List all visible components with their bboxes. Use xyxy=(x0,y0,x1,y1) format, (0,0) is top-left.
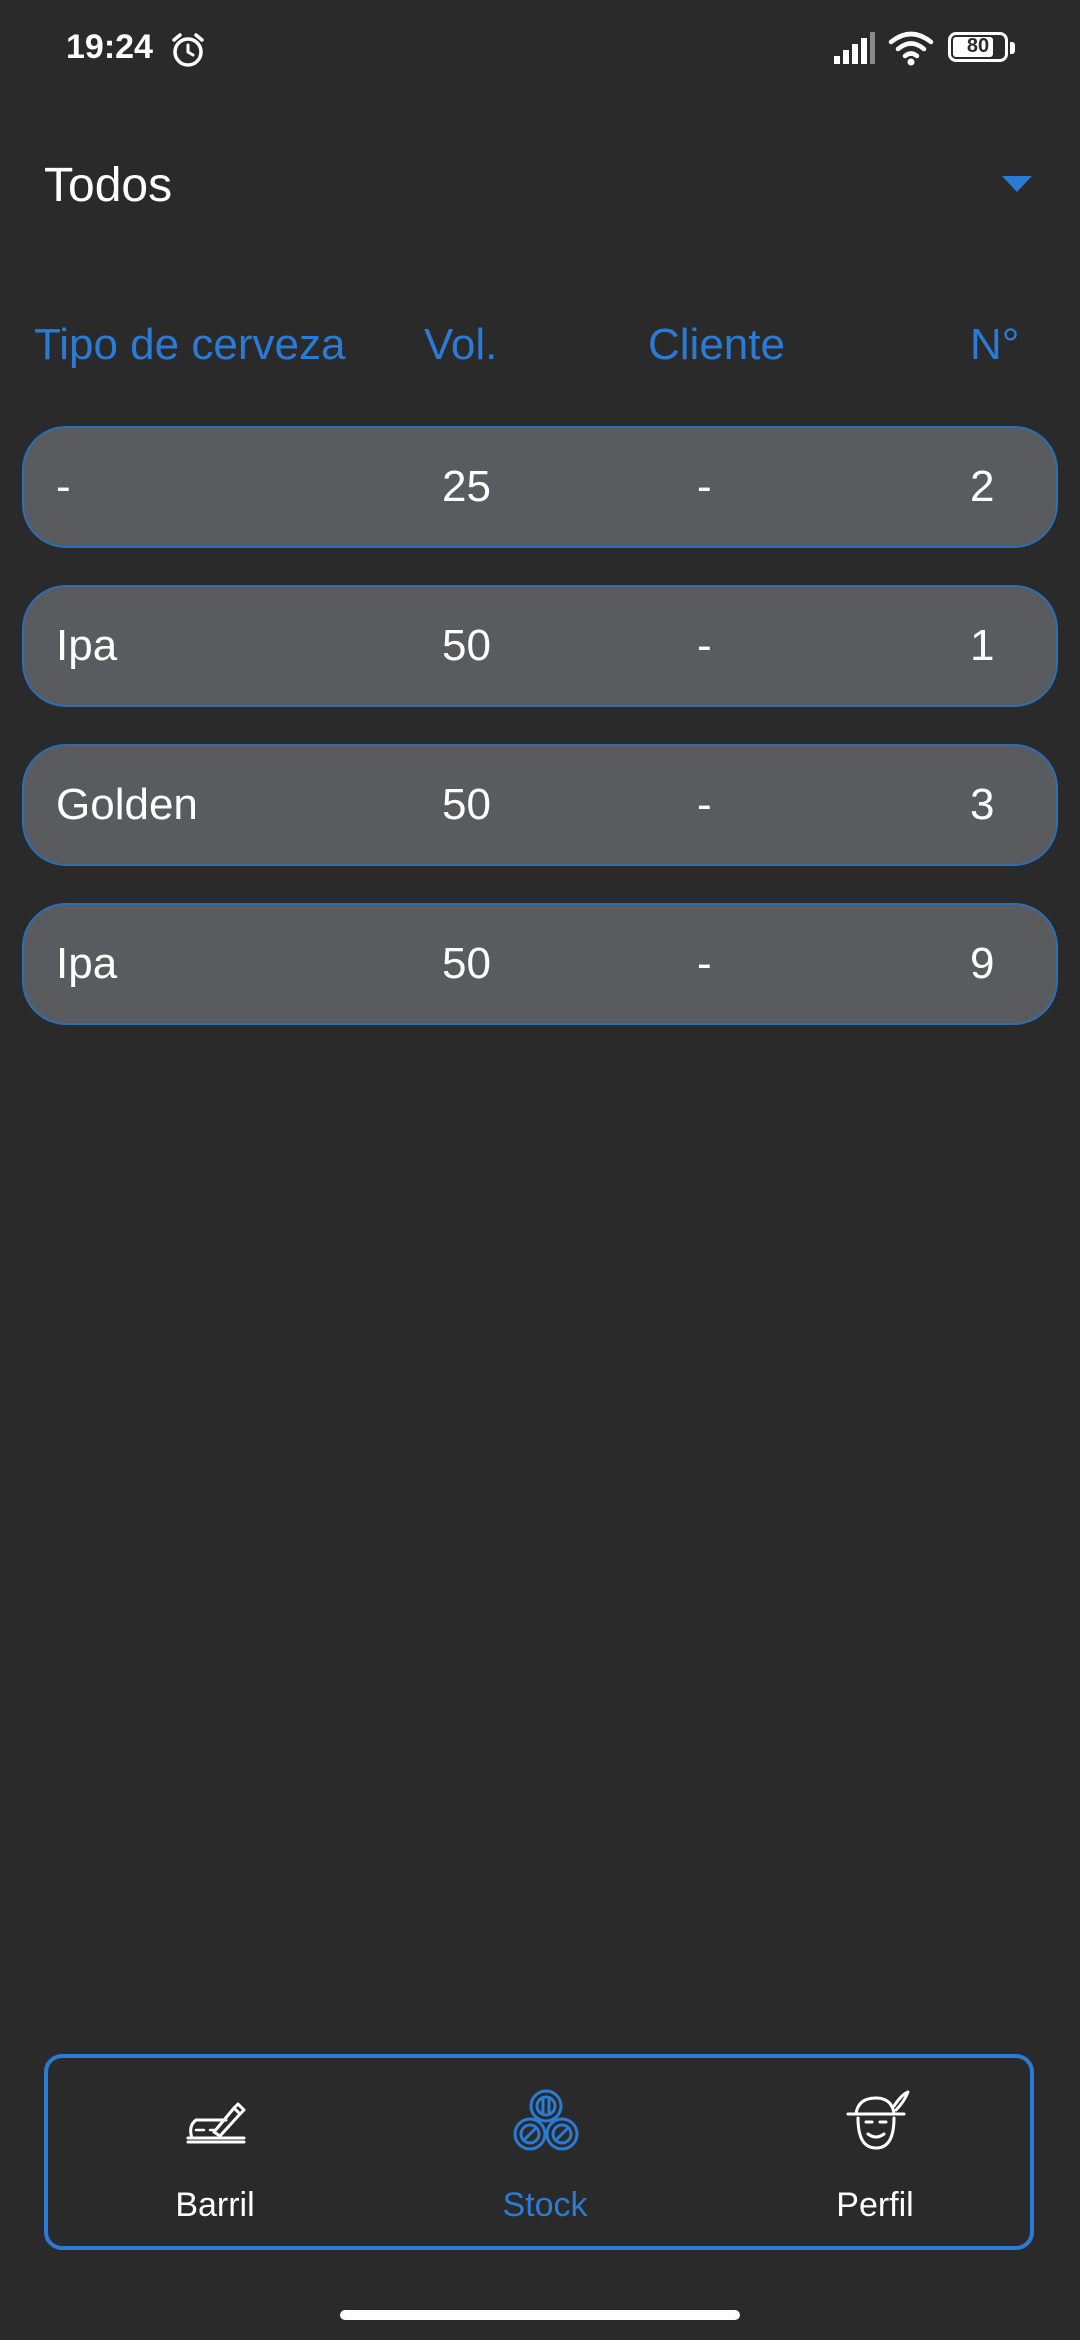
cell-beer-type: - xyxy=(56,462,71,511)
nav-label-stock: Stock xyxy=(502,2186,588,2224)
brewer-face-icon xyxy=(840,2086,912,2158)
table-row[interactable]: Golden 50 - 3 xyxy=(22,744,1058,866)
table-row[interactable]: Ipa 50 - 9 xyxy=(22,903,1058,1025)
battery-level: 80 xyxy=(966,35,990,57)
header-client: Cliente xyxy=(648,320,785,369)
cell-client: - xyxy=(697,939,712,988)
cell-number: 3 xyxy=(970,780,995,829)
bottom-nav: Barril Stock Perfil xyxy=(44,2054,1034,2250)
alarm-icon xyxy=(168,30,208,75)
filter-selected-value: Todos xyxy=(44,159,173,212)
cell-number: 9 xyxy=(970,939,995,988)
cell-client: - xyxy=(697,780,712,829)
header-volume: Vol. xyxy=(424,320,498,369)
chevron-down-icon xyxy=(1002,176,1032,192)
nav-item-stock[interactable]: Stock xyxy=(420,2058,670,2248)
cell-beer-type: Ipa xyxy=(56,621,118,670)
stacked-barrels-icon xyxy=(510,2086,582,2158)
filter-dropdown[interactable]: Todos xyxy=(30,140,1050,230)
table-header: Tipo de cerveza Vol. Cliente N° xyxy=(0,320,1080,380)
header-number: N° xyxy=(970,320,1020,369)
nav-label-perfil: Perfil xyxy=(836,2186,914,2224)
nav-item-barril[interactable]: Barril xyxy=(90,2058,340,2248)
table-row[interactable]: Ipa 50 - 1 xyxy=(22,585,1058,707)
cell-volume: 50 xyxy=(442,780,491,829)
status-bar: 19:24 80 xyxy=(0,0,1080,100)
cell-volume: 50 xyxy=(442,939,491,988)
cell-client: - xyxy=(697,621,712,670)
cell-volume: 25 xyxy=(442,462,491,511)
table-row[interactable]: - 25 - 2 xyxy=(22,426,1058,548)
cell-volume: 50 xyxy=(442,621,491,670)
cell-number: 1 xyxy=(970,621,995,670)
nav-label-barril: Barril xyxy=(175,2186,255,2224)
cell-beer-type: Ipa xyxy=(56,939,118,988)
home-indicator[interactable] xyxy=(340,2310,740,2320)
battery-icon: 80 xyxy=(948,32,1016,66)
signal-icon xyxy=(832,32,876,71)
status-time: 19:24 xyxy=(66,28,153,66)
cell-beer-type: Golden xyxy=(56,780,198,829)
cell-client: - xyxy=(697,462,712,511)
cell-number: 2 xyxy=(970,462,995,511)
wifi-icon xyxy=(888,30,934,71)
header-beer-type: Tipo de cerveza xyxy=(34,320,346,369)
nav-item-perfil[interactable]: Perfil xyxy=(750,2058,1000,2248)
stock-screen: 19:24 80 Todos Tipo de cerveza Vol. Clie… xyxy=(0,0,1080,2340)
barrel-pen-icon xyxy=(180,2086,252,2158)
